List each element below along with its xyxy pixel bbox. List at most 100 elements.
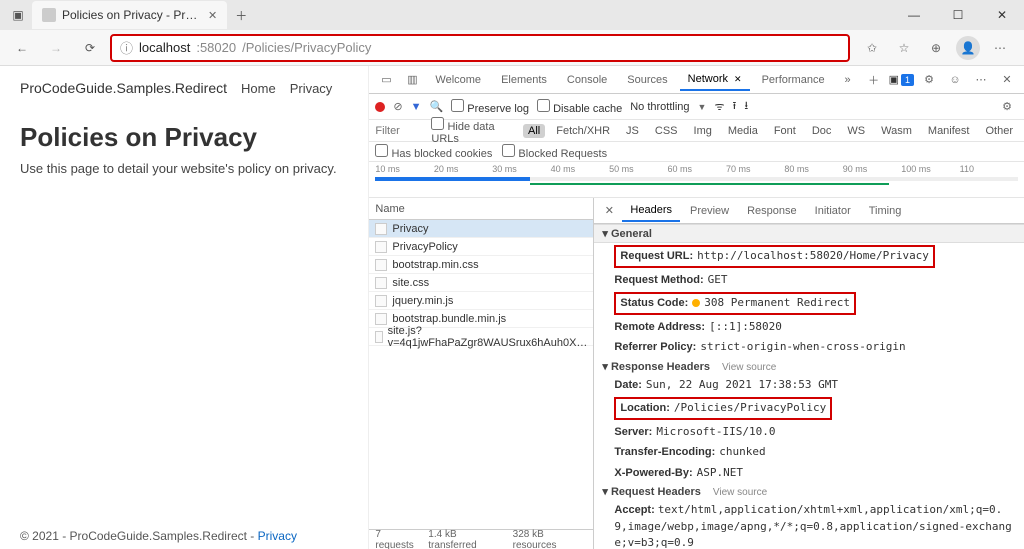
general-section[interactable]: ▾ General xyxy=(594,224,1024,243)
footer-privacy-link[interactable]: Privacy xyxy=(258,529,297,543)
filter-all[interactable]: All xyxy=(523,124,545,138)
timeline-overview[interactable]: 10 ms20 ms30 ms40 ms50 ms60 ms70 ms80 ms… xyxy=(369,162,1024,198)
back-button[interactable]: ← xyxy=(8,34,36,62)
blocked-cookies-checkbox[interactable]: Has blocked cookies xyxy=(375,144,492,160)
dt-more-icon[interactable]: ⋯ xyxy=(970,73,992,86)
filter-media[interactable]: Media xyxy=(723,124,763,138)
filter-font[interactable]: Font xyxy=(769,124,801,138)
request-row[interactable]: PrivacyPolicy xyxy=(369,238,593,256)
more-tabs-icon[interactable]: » xyxy=(837,74,859,86)
minimize-button[interactable]: ― xyxy=(892,0,936,30)
request-row[interactable]: Privacy xyxy=(369,220,593,238)
filter-manifest[interactable]: Manifest xyxy=(923,124,975,138)
upload-icon[interactable]: ⭱ xyxy=(732,97,736,116)
menu-icon[interactable]: ⋯ xyxy=(988,36,1012,60)
close-detail-icon[interactable]: ✕ xyxy=(598,204,620,217)
device-icon[interactable]: ▥ xyxy=(401,73,423,86)
throttling-select[interactable]: No throttling xyxy=(630,101,689,113)
request-detail: ✕ Headers Preview Response Initiator Tim… xyxy=(594,198,1024,549)
filter-img[interactable]: Img xyxy=(689,124,717,138)
tab-console[interactable]: Console xyxy=(559,70,615,90)
close-icon[interactable]: ✕ xyxy=(734,74,742,84)
request-row[interactable]: bootstrap.min.css xyxy=(369,256,593,274)
site-info-icon[interactable]: ⓘ xyxy=(120,38,133,57)
refresh-button[interactable]: ⟳ xyxy=(76,34,104,62)
page-subtitle: Use this page to detail your website's p… xyxy=(20,161,348,176)
browser-tab[interactable]: Policies on Privacy - ProCodeGui ✕ xyxy=(32,1,227,29)
hide-dataurls-checkbox[interactable]: Hide data URLs xyxy=(431,117,517,145)
url-port: :58020 xyxy=(196,40,236,55)
nav-home[interactable]: Home xyxy=(241,81,276,96)
settings-icon[interactable]: ⚙ xyxy=(918,73,940,86)
tab-timing[interactable]: Timing xyxy=(861,201,910,221)
filter-js[interactable]: JS xyxy=(621,124,644,138)
profile-avatar[interactable]: 👤 xyxy=(956,36,980,60)
request-row[interactable]: site.js?v=4q1jwFhaPaZgr8WAUSrux6hAuh0X… xyxy=(369,328,593,346)
url-input[interactable]: ⓘ localhost:58020/Policies/PrivacyPolicy xyxy=(110,34,850,62)
collections-icon[interactable]: ⊕ xyxy=(924,36,948,60)
tab-headers[interactable]: Headers xyxy=(622,200,680,222)
maximize-button[interactable]: ☐ xyxy=(936,0,980,30)
tab-welcome[interactable]: Welcome xyxy=(427,70,489,90)
detail-tabs: ✕ Headers Preview Response Initiator Tim… xyxy=(594,198,1024,224)
nav-privacy[interactable]: Privacy xyxy=(290,81,333,96)
response-headers-section[interactable]: ▾ Response HeadersView source xyxy=(594,358,1024,375)
disable-cache-checkbox[interactable]: Disable cache xyxy=(537,99,622,115)
tab-title: Policies on Privacy - ProCodeGui xyxy=(62,8,202,22)
filter-other[interactable]: Other xyxy=(980,124,1018,138)
tab-network[interactable]: Network ✕ xyxy=(680,69,750,91)
tabs-overview-icon[interactable]: ▣ xyxy=(8,5,28,25)
request-row[interactable]: jquery.min.js xyxy=(369,292,593,310)
tab-elements[interactable]: Elements xyxy=(493,70,555,90)
window-titlebar: ▣ Policies on Privacy - ProCodeGui ✕ ＋ ―… xyxy=(0,0,1024,30)
blocked-requests-checkbox[interactable]: Blocked Requests xyxy=(502,144,607,160)
request-row[interactable]: site.css xyxy=(369,274,593,292)
tab-initiator[interactable]: Initiator xyxy=(807,201,859,221)
filter-css[interactable]: CSS xyxy=(650,124,683,138)
filter-doc[interactable]: Doc xyxy=(807,124,837,138)
tab-performance[interactable]: Performance xyxy=(754,70,833,90)
preserve-log-checkbox[interactable]: Preserve log xyxy=(451,99,529,115)
kv-remote-address: Remote Address:[::1]:58020 xyxy=(594,317,1024,338)
filter-row: Hide data URLs All Fetch/XHR JS CSS Img … xyxy=(369,120,1024,142)
request-headers-section[interactable]: ▾ Request HeadersView source xyxy=(594,483,1024,500)
favorites-icon[interactable]: ☆ xyxy=(892,36,916,60)
inspect-icon[interactable]: ▭ xyxy=(375,73,397,86)
chevron-down-icon[interactable]: ▼ xyxy=(698,102,707,112)
request-list-footer: 7 requests 1.4 kB transferred 328 kB res… xyxy=(369,529,593,549)
filter-fetchxhr[interactable]: Fetch/XHR xyxy=(551,124,615,138)
feedback-icon[interactable]: ☺ xyxy=(944,74,966,86)
tab-response[interactable]: Response xyxy=(739,201,805,221)
forward-button[interactable]: → xyxy=(42,34,70,62)
page-title: Policies on Privacy xyxy=(20,122,348,153)
page-viewport: ProCodeGuide.Samples.Redirect Home Priva… xyxy=(0,66,369,549)
issues-badge[interactable]: ▣1 xyxy=(889,73,914,86)
record-button[interactable] xyxy=(375,102,385,112)
network-settings-icon[interactable]: ⚙ xyxy=(996,100,1018,113)
site-header: ProCodeGuide.Samples.Redirect Home Priva… xyxy=(20,76,348,106)
search-icon[interactable]: 🔍 xyxy=(430,100,444,113)
site-brand[interactable]: ProCodeGuide.Samples.Redirect xyxy=(20,80,227,96)
dt-close-icon[interactable]: ✕ xyxy=(996,73,1018,86)
view-source-link[interactable]: View source xyxy=(722,362,776,373)
filter-input[interactable] xyxy=(375,125,425,137)
close-button[interactable]: ✕ xyxy=(980,0,1024,30)
clear-button[interactable]: ⊘ xyxy=(393,100,402,113)
name-column-header[interactable]: Name xyxy=(369,198,593,220)
view-source-link[interactable]: View source xyxy=(713,487,767,498)
wifi-icon[interactable]: ᯤ xyxy=(714,99,724,114)
download-icon[interactable]: ⭳ xyxy=(744,97,748,116)
add-tab-icon[interactable]: ＋ xyxy=(863,72,885,88)
tab-preview[interactable]: Preview xyxy=(682,201,737,221)
filter-ws[interactable]: WS xyxy=(842,124,870,138)
footer-text: © 2021 - ProCodeGuide.Samples.Redirect - xyxy=(20,529,258,543)
url-host: localhost xyxy=(139,40,190,55)
new-tab-button[interactable]: ＋ xyxy=(227,1,255,29)
filter-toggle-icon[interactable]: ▼ xyxy=(411,101,422,113)
page-footer: © 2021 - ProCodeGuide.Samples.Redirect -… xyxy=(20,529,297,543)
star-icon[interactable]: ✩ xyxy=(860,36,884,60)
kv-date: Date:Sun, 22 Aug 2021 17:38:53 GMT xyxy=(594,375,1024,396)
tab-close-icon[interactable]: ✕ xyxy=(208,9,217,22)
filter-wasm[interactable]: Wasm xyxy=(876,124,917,138)
tab-sources[interactable]: Sources xyxy=(619,70,675,90)
